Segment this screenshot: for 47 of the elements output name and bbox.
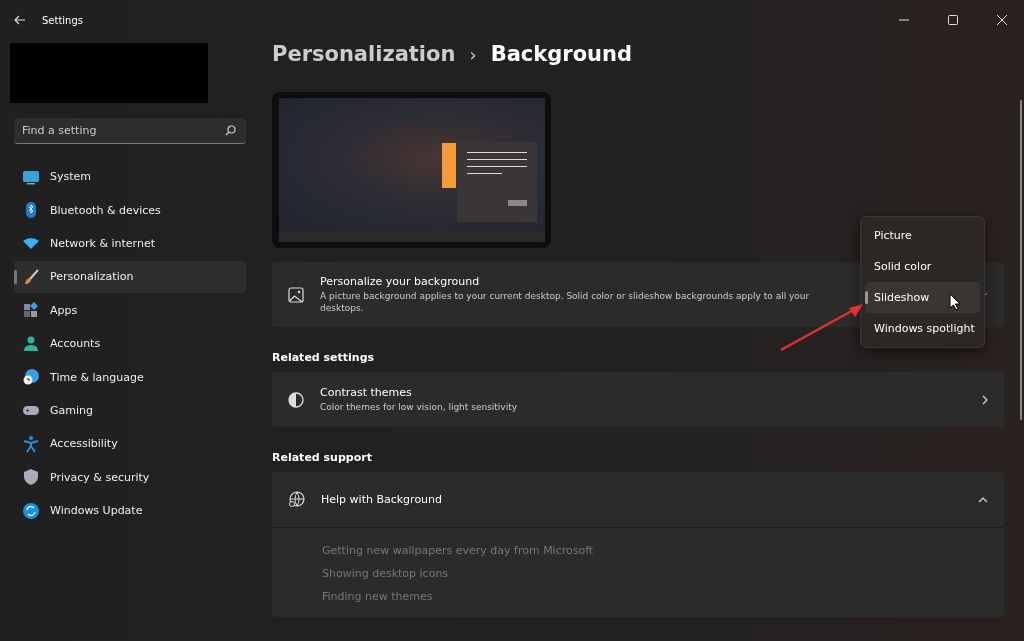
breadcrumb-link[interactable]: Personalization	[272, 42, 456, 66]
globe-clock-icon	[22, 368, 40, 387]
card-description: Color themes for low vision, light sensitivity	[320, 401, 519, 413]
sidebar-item[interactable]: Network & internet	[14, 227, 246, 260]
paintbrush-icon	[22, 267, 40, 286]
sidebar-item[interactable]: Apps	[14, 294, 246, 326]
shield-icon	[22, 468, 40, 487]
search-icon	[225, 125, 236, 136]
search-field[interactable]: Find a setting	[14, 118, 246, 144]
menu-item[interactable]: Slideshow	[865, 282, 980, 313]
back-arrow-icon[interactable]	[14, 15, 26, 25]
sidebar-item[interactable]: Time & language	[14, 361, 246, 393]
accessibility-icon	[22, 434, 40, 453]
contrast-icon	[288, 391, 304, 408]
chevron-up-icon	[978, 496, 988, 503]
card-title: Personalize your background	[320, 275, 481, 288]
mouse-pointer-icon	[949, 293, 961, 311]
person-icon	[22, 334, 40, 353]
scrollbar[interactable]	[1020, 100, 1022, 420]
sidebar-item[interactable]: Gaming	[14, 394, 246, 427]
sidebar-item[interactable]: Accessibility	[14, 428, 246, 460]
contrast-themes-card[interactable]: Contrast themes Color themes for low vision, light sensitivity	[272, 372, 1004, 427]
globe-search-icon	[288, 491, 305, 508]
refresh-icon	[22, 501, 40, 520]
section-heading: Related support	[272, 451, 372, 464]
apps-grid-icon	[22, 301, 40, 320]
window-title: Settings	[42, 14, 83, 26]
close-icon[interactable]	[997, 15, 1007, 25]
sidebar-item[interactable]: Bluetooth & devices	[14, 194, 246, 226]
menu-item[interactable]: Windows spotlight	[865, 313, 980, 344]
sidebar-item[interactable]: Windows Update	[14, 494, 246, 527]
page-title: Background	[490, 42, 632, 66]
card-description: A picture background applies to your current desktop. Solid color or slideshow backgrounds apply to all your desktops.	[320, 290, 811, 314]
chevron-right-icon	[982, 394, 988, 405]
section-heading: Related settings	[272, 351, 375, 364]
sidebar-item[interactable]: Personalization	[14, 261, 246, 293]
breadcrumb-separator: ›	[469, 44, 477, 65]
picture-icon	[288, 286, 304, 303]
card-title: Contrast themes	[320, 386, 413, 399]
sidebar-item[interactable]: Accounts	[14, 327, 246, 360]
menu-item[interactable]: Solid color	[865, 251, 980, 282]
sidebar-item[interactable]: Privacy & security	[14, 461, 246, 493]
maximize-icon[interactable]	[948, 15, 958, 25]
help-title: Help with Background	[321, 493, 443, 506]
menu-item[interactable]: Picture	[865, 220, 980, 251]
sidebar-item[interactable]: System	[14, 161, 246, 193]
help-header[interactable]: Help with Background	[272, 472, 1004, 528]
